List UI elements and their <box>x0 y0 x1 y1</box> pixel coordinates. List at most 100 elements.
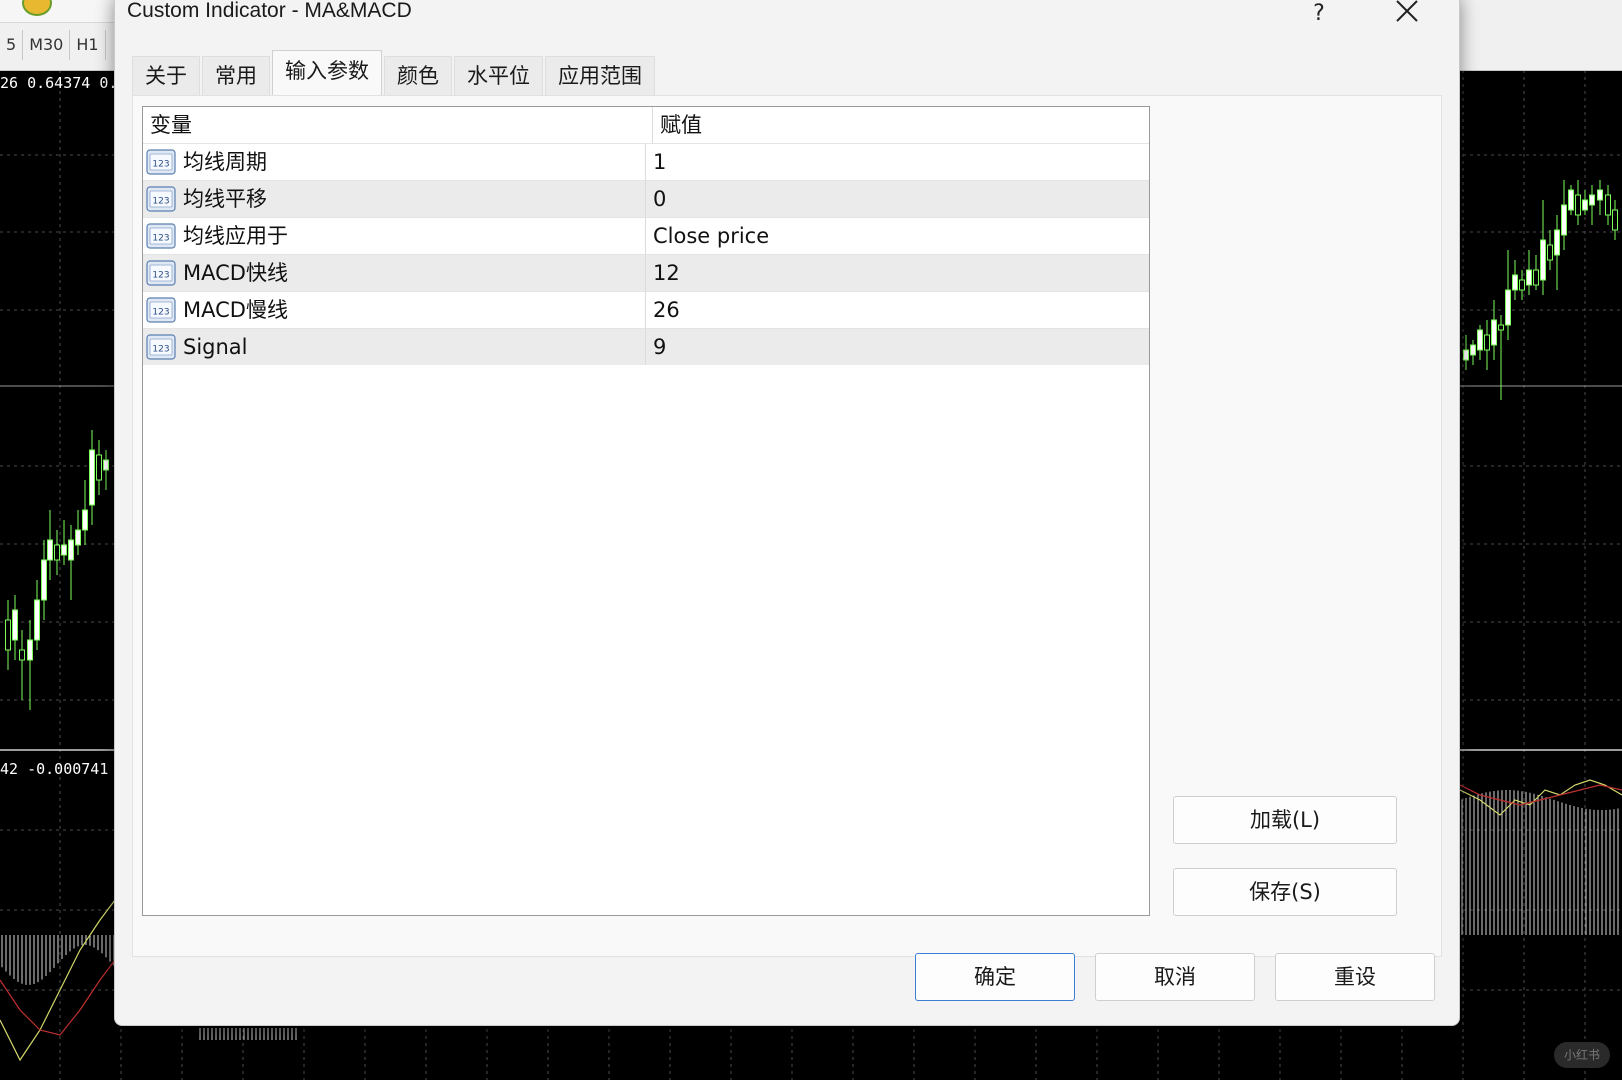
candle-body <box>61 544 67 556</box>
candle-body <box>1605 194 1611 216</box>
param-name: 均线应用于 <box>183 224 288 248</box>
column-header-value[interactable]: 赋值 <box>653 107 1149 143</box>
candle-body <box>1589 194 1595 206</box>
param-name-cell[interactable]: 123 Signal <box>143 329 646 365</box>
param-name-cell[interactable]: 123 MACD慢线 <box>143 292 646 328</box>
candle-body <box>103 459 109 471</box>
candle-body <box>27 639 33 661</box>
param-value[interactable]: 9 <box>646 329 1149 365</box>
candle-body <box>96 454 102 481</box>
svg-text:123: 123 <box>152 234 169 244</box>
table-row[interactable]: 123 MACD慢线 26 <box>143 291 1149 328</box>
candle-body <box>89 449 95 506</box>
platform-toolbar-right <box>1458 0 1622 71</box>
tab-common[interactable]: 常用 <box>202 56 270 95</box>
timeframe-h1[interactable]: H1 <box>70 30 106 60</box>
ok-button[interactable]: 确定 <box>915 953 1075 1001</box>
numeric-parameter-icon: 123 <box>146 334 176 360</box>
app-tab-fragment <box>0 0 118 23</box>
tab-about[interactable]: 关于 <box>132 56 200 95</box>
param-name: Signal <box>183 335 248 359</box>
param-value[interactable]: Close price <box>646 218 1149 254</box>
candle-body <box>1540 239 1546 281</box>
table-row[interactable]: 123 均线平移 0 <box>143 180 1149 217</box>
candle-body <box>5 619 11 651</box>
timeframe-m5[interactable]: 5 <box>0 30 24 60</box>
app-logo-icon <box>22 0 52 16</box>
param-name-cell[interactable]: 123 均线周期 <box>143 144 646 180</box>
param-name: MACD慢线 <box>183 298 288 322</box>
candle-body <box>1554 229 1560 256</box>
tab-colors[interactable]: 颜色 <box>384 56 452 95</box>
macd-readout: 42 -0.000741 <box>0 760 109 778</box>
candle-body <box>1484 334 1490 351</box>
numeric-parameter-icon: 123 <box>146 186 176 212</box>
candle-body <box>34 599 40 641</box>
price-readout: 26 0.64374 0.6 <box>0 74 127 92</box>
candle-body <box>1582 199 1588 211</box>
param-name: 均线平移 <box>183 187 267 211</box>
inputs-panel: 变量 赋值 123 均线周期 1 123 均线平移 0 123 均线应用于 Close pric… <box>132 95 1442 957</box>
table-row[interactable]: 123 均线应用于 Close price <box>143 217 1149 254</box>
candle-body <box>1477 329 1483 351</box>
reset-button[interactable]: 重设 <box>1275 953 1435 1001</box>
candle-body <box>1568 189 1574 211</box>
close-icon <box>1396 0 1418 22</box>
param-name: 均线周期 <box>183 150 267 174</box>
candle-body <box>1498 324 1504 331</box>
save-button[interactable]: 保存(S) <box>1173 868 1397 916</box>
parameters-table: 变量 赋值 123 均线周期 1 123 均线平移 0 123 均线应用于 Close pric… <box>142 106 1150 916</box>
param-value[interactable]: 0 <box>646 181 1149 217</box>
candle-body <box>82 509 88 531</box>
candle-body <box>1561 204 1567 236</box>
dialog-title: Custom Indicator - MA&MACD <box>127 0 412 22</box>
column-header-variable[interactable]: 变量 <box>143 107 653 143</box>
help-button[interactable]: ? <box>1299 0 1339 31</box>
candle-body <box>1463 349 1469 361</box>
param-name: MACD快线 <box>183 261 288 285</box>
candle-body <box>1512 274 1518 291</box>
tab-inputs[interactable]: 输入参数 <box>272 50 382 95</box>
candle-body <box>41 559 47 601</box>
numeric-parameter-icon: 123 <box>146 149 176 175</box>
dialog-tabs: 关于 常用 输入参数 颜色 水平位 应用范围 <box>132 50 657 95</box>
dialog-titlebar: Custom Indicator - MA&MACD ? <box>115 0 1459 41</box>
custom-indicator-dialog: Custom Indicator - MA&MACD ? 关于 常用 输入参数 … <box>114 0 1460 1026</box>
candle-body <box>75 529 81 546</box>
param-name-cell[interactable]: 123 均线应用于 <box>143 218 646 254</box>
candle-body <box>19 649 25 661</box>
param-name-cell[interactable]: 123 MACD快线 <box>143 255 646 291</box>
param-name-cell[interactable]: 123 均线平移 <box>143 181 646 217</box>
candle-body <box>1575 194 1581 216</box>
tab-visualization[interactable]: 应用范围 <box>545 56 655 95</box>
param-value[interactable]: 1 <box>646 144 1149 180</box>
param-value[interactable]: 26 <box>646 292 1149 328</box>
candle-body <box>1470 344 1476 356</box>
candle-body <box>1526 269 1532 286</box>
numeric-parameter-icon: 123 <box>146 223 176 249</box>
table-row[interactable]: 123 Signal 9 <box>143 328 1149 365</box>
numeric-parameter-icon: 123 <box>146 297 176 323</box>
candle-body <box>47 539 53 561</box>
svg-text:123: 123 <box>152 160 169 170</box>
close-button[interactable] <box>1385 0 1429 31</box>
table-row[interactable]: 123 均线周期 1 <box>143 143 1149 180</box>
candle-body <box>1533 269 1539 286</box>
cancel-button[interactable]: 取消 <box>1095 953 1255 1001</box>
table-row[interactable]: 123 MACD快线 12 <box>143 254 1149 291</box>
load-button[interactable]: 加载(L) <box>1173 796 1397 844</box>
timeframe-m30[interactable]: M30 <box>23 30 71 60</box>
candle-body <box>54 544 60 561</box>
candle-body <box>12 609 18 641</box>
candle-body <box>1519 279 1525 291</box>
svg-text:123: 123 <box>152 271 169 281</box>
svg-text:123: 123 <box>152 197 169 207</box>
candle-body <box>68 539 74 561</box>
watermark: 小红书 <box>1554 1042 1610 1068</box>
numeric-parameter-icon: 123 <box>146 260 176 286</box>
table-header: 变量 赋值 <box>143 107 1149 143</box>
svg-text:123: 123 <box>152 308 169 318</box>
tab-levels[interactable]: 水平位 <box>454 56 543 95</box>
candle-body <box>1612 209 1618 231</box>
param-value[interactable]: 12 <box>646 255 1149 291</box>
